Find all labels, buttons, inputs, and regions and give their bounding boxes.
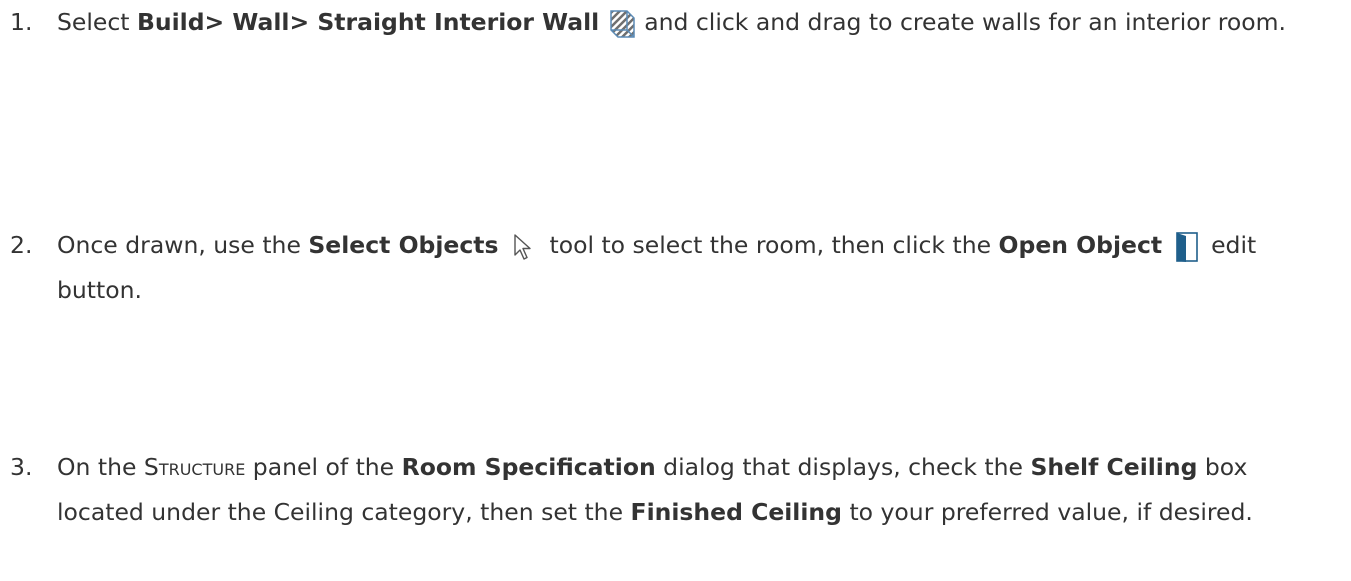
step-1-menu-path: Build> Wall> Straight Interior Wall (136, 8, 600, 36)
step-2: 2. Once drawn, use the Select Objects to… (0, 223, 1351, 313)
step-1: 1. Select Build> Wall> Straight Interior… (0, 0, 1351, 45)
step-2-select-objects: Select Objects (308, 231, 499, 259)
step-3: 3. On the Structure panel of the Room Sp… (0, 445, 1351, 535)
step-1-number: 1. (10, 8, 33, 36)
step-2-number: 2. (10, 231, 33, 259)
step-2-text: Once drawn, use the Select Objects tool … (57, 231, 1257, 304)
step-3-text: On the Structure panel of the Room Speci… (57, 453, 1253, 526)
straight-interior-wall-icon (607, 8, 637, 40)
open-object-door-icon (1174, 231, 1200, 263)
step-2-open-object: Open Object (998, 231, 1163, 259)
step-3-structure-panel: Structure (143, 453, 246, 481)
step-1-text: Select Build> Wall> Straight Interior Wa… (57, 0, 1341, 45)
step-3-shelf-ceiling: Shelf Ceiling (1030, 453, 1198, 481)
step-3-room-specification: Room Specification (401, 453, 656, 481)
step-3-finished-ceiling: Finished Ceiling (630, 498, 842, 526)
step-3-number: 3. (10, 453, 33, 481)
select-objects-arrow-icon (512, 232, 536, 262)
